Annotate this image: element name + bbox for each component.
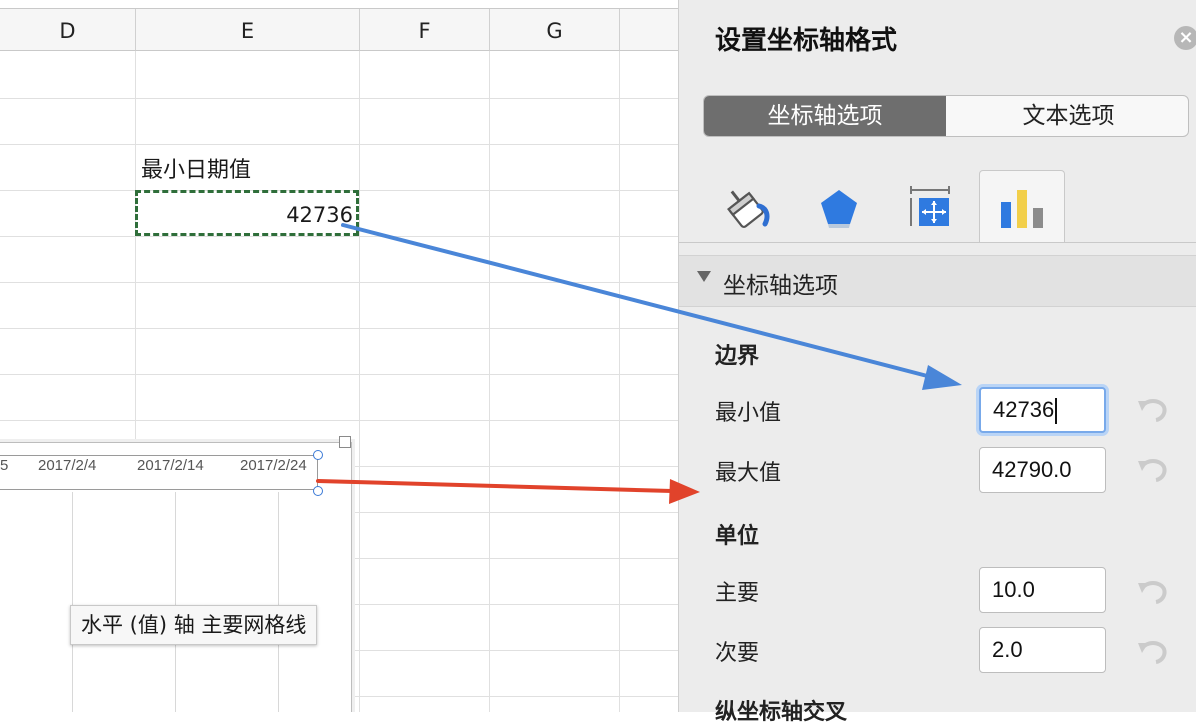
minor-unit-input[interactable]: 2.0	[979, 627, 1106, 673]
grid-column-line	[359, 51, 360, 712]
text-caret	[1055, 398, 1058, 425]
min-bound-value: 42736	[993, 397, 1055, 422]
panel-title: 设置坐标轴格式	[715, 26, 898, 56]
reset-icon[interactable]	[1136, 637, 1170, 667]
axis-selection-handle[interactable]	[313, 486, 323, 496]
close-icon[interactable]: ×	[1174, 26, 1196, 50]
bounds-heading: 边界	[715, 344, 760, 369]
pentagon-icon[interactable]	[809, 180, 869, 236]
bar-chart-icon[interactable]	[992, 180, 1052, 236]
axis-tick-label: 2017/2/24	[240, 457, 307, 474]
reset-icon[interactable]	[1136, 577, 1170, 607]
axis-tick-label: 2017/2/4	[38, 457, 97, 474]
min-bound-label: 最小值	[715, 401, 782, 426]
min-bound-input[interactable]: 42736	[979, 387, 1106, 433]
chart-gridline	[72, 492, 73, 712]
major-unit-input[interactable]: 10.0	[979, 567, 1106, 613]
column-header-g[interactable]: G	[490, 9, 620, 51]
axis-tick-label: 5	[0, 457, 9, 474]
icon-tabs-divider	[679, 242, 1196, 243]
vertical-axis-crosses-heading: 纵坐标轴交叉	[715, 700, 848, 725]
max-bound-label: 最大值	[715, 461, 782, 486]
grid-row-line	[0, 98, 678, 99]
chart-gridline	[175, 492, 176, 712]
paint-bucket-icon[interactable]	[719, 180, 779, 236]
cell-e3-label[interactable]: 最小日期值	[141, 152, 251, 184]
minor-unit-label: 次要	[715, 641, 760, 666]
options-segmented-control: 坐标轴选项 文本选项	[703, 95, 1189, 137]
column-header-e[interactable]: E	[136, 9, 360, 51]
reset-icon[interactable]	[1136, 455, 1170, 485]
size-properties-icon[interactable]	[899, 180, 959, 236]
grid-row-line	[0, 374, 678, 375]
grid-row-line	[0, 328, 678, 329]
chart-gridline	[278, 492, 279, 712]
collapse-triangle-icon[interactable]	[697, 271, 711, 282]
spreadsheet: D E F G 最小日期值 42736 5 2017/2/4 2017/2/14…	[0, 0, 678, 712]
reset-icon[interactable]	[1136, 395, 1170, 425]
axis-options-section-header[interactable]: 坐标轴选项	[679, 255, 1196, 307]
grid-row-line	[0, 144, 678, 145]
column-header-f[interactable]: F	[360, 9, 490, 51]
grid-row-line	[0, 282, 678, 283]
grid-row-line	[0, 420, 678, 421]
axis-tick-label: 2017/2/14	[137, 457, 204, 474]
tab-axis-options[interactable]: 坐标轴选项	[704, 96, 946, 136]
max-bound-input[interactable]: 42790.0	[979, 447, 1106, 493]
tab-text-options[interactable]: 文本选项	[947, 96, 1188, 136]
major-unit-label: 主要	[715, 581, 760, 606]
format-axis-panel: 设置坐标轴格式 × 坐标轴选项 文本选项 坐标轴选项 边界 最小值 42736 …	[678, 0, 1196, 725]
grid-column-line	[489, 51, 490, 712]
section-title: 坐标轴选项	[723, 273, 838, 299]
column-header-blank[interactable]	[620, 9, 678, 51]
units-heading: 单位	[715, 524, 760, 549]
chart-resize-handle[interactable]	[339, 436, 351, 448]
column-header-d[interactable]: D	[0, 9, 136, 51]
axis-selection-handle[interactable]	[313, 450, 323, 460]
cell-e4-selected[interactable]: 42736	[135, 190, 359, 236]
chart-element-tooltip: 水平 (值) 轴 主要网格线	[70, 605, 318, 645]
grid-column-line	[619, 51, 620, 712]
